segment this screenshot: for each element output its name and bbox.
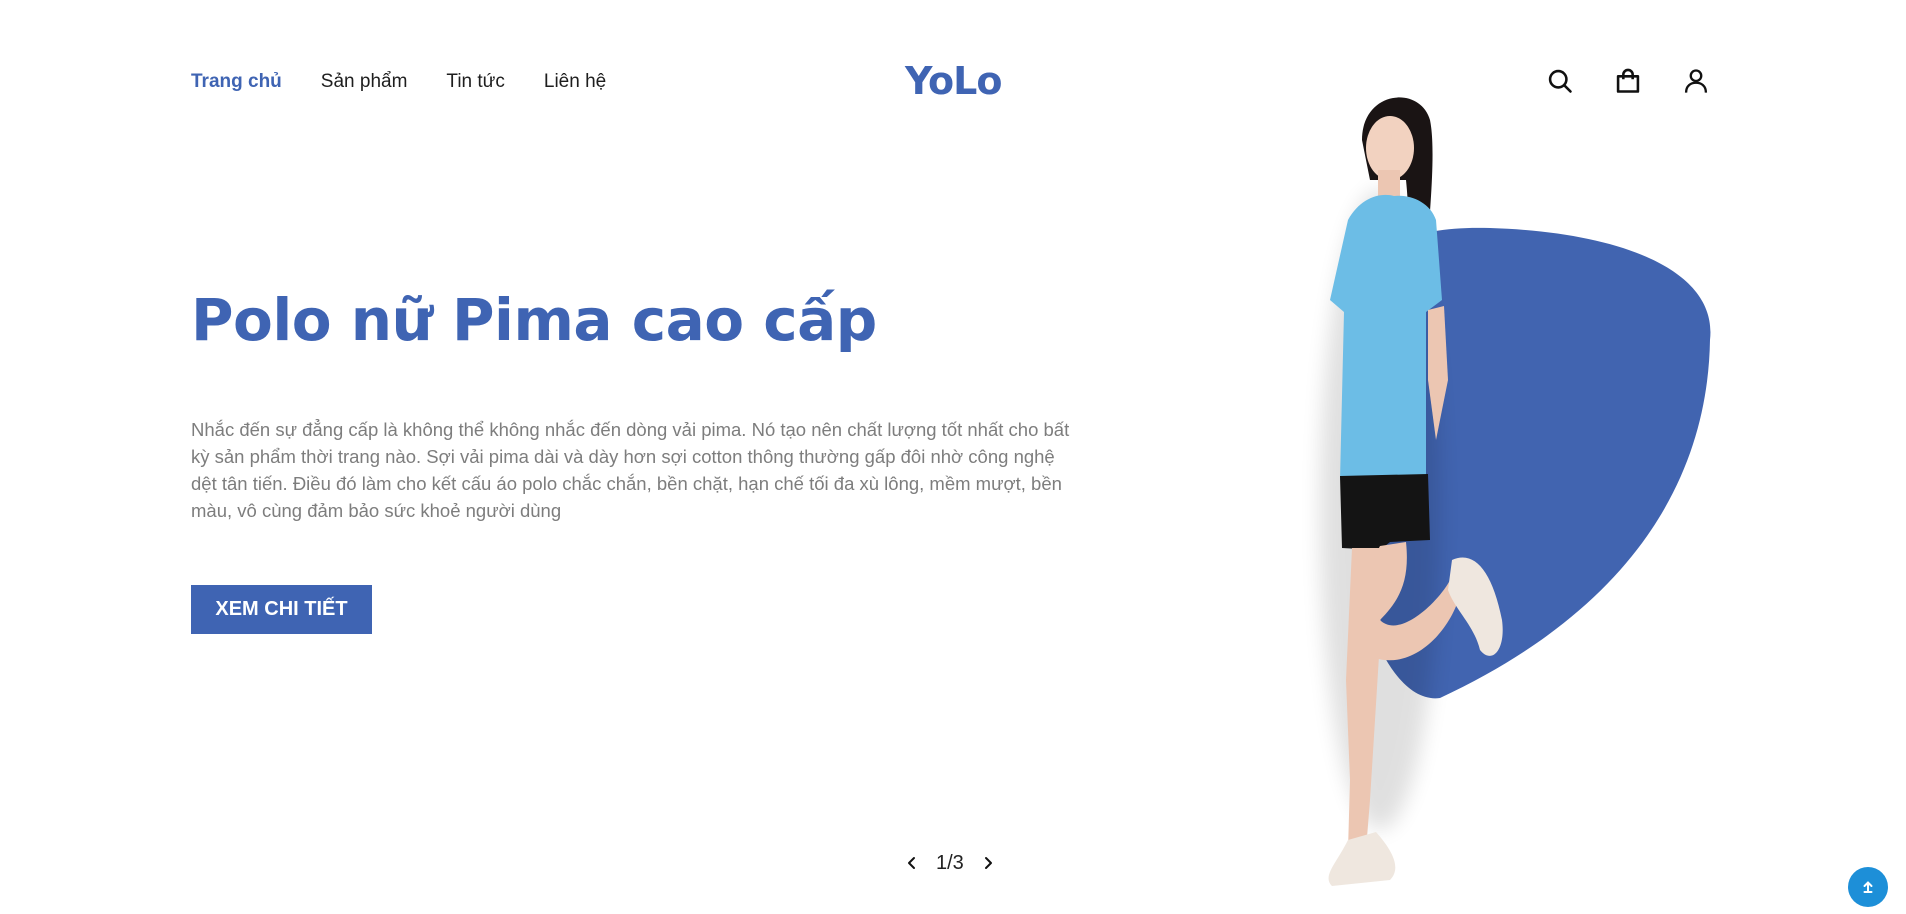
- search-icon[interactable]: [1545, 64, 1575, 98]
- hero-title: Polo nữ Pima cao cấp: [191, 286, 877, 354]
- header-actions: [1545, 64, 1711, 98]
- nav-item-products[interactable]: Sản phẩm: [321, 71, 408, 93]
- view-details-button[interactable]: XEM CHI TIẾT: [191, 585, 372, 634]
- chevron-left-icon[interactable]: [900, 851, 924, 875]
- back-to-top-button[interactable]: [1848, 867, 1888, 907]
- nav-item-home[interactable]: Trang chủ: [191, 71, 282, 93]
- chevron-right-icon[interactable]: [976, 851, 1000, 875]
- user-icon[interactable]: [1681, 64, 1711, 98]
- shopping-bag-icon[interactable]: [1613, 64, 1643, 98]
- nav-item-news[interactable]: Tin tức: [446, 71, 504, 93]
- slider-pager: 1/3: [900, 850, 1000, 876]
- nav-item-contact[interactable]: Liên hệ: [544, 71, 606, 93]
- hero-description: Nhắc đến sự đẳng cấp là không thể không …: [191, 419, 1070, 521]
- main-nav: Trang chủ Sản phẩm Tin tức Liên hệ: [191, 68, 645, 96]
- arrow-up-icon: [1863, 881, 1873, 893]
- slide-counter: 1/3: [936, 851, 964, 874]
- brand-logo[interactable]: YoLo: [905, 56, 1002, 106]
- hero-model-image: [1320, 97, 1711, 886]
